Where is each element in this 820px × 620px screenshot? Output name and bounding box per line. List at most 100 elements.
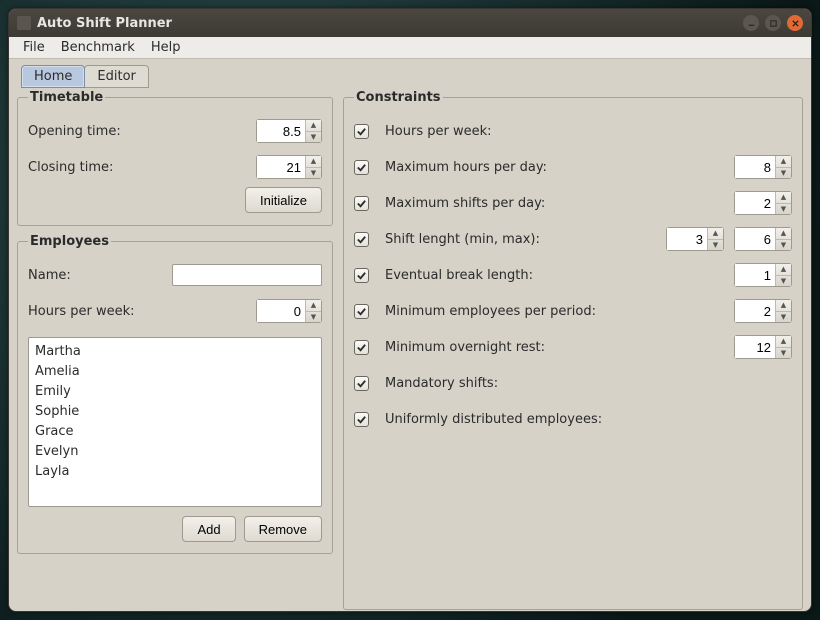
chevron-up-icon[interactable]: ▲: [776, 192, 791, 204]
spinner-buttons[interactable]: ▲▼: [775, 264, 791, 286]
spinner-buttons[interactable]: ▲▼: [775, 192, 791, 214]
maximize-icon[interactable]: [765, 15, 781, 31]
chevron-down-icon[interactable]: ▼: [776, 204, 791, 215]
chevron-up-icon[interactable]: ▲: [708, 228, 723, 240]
menubar: File Benchmark Help: [9, 37, 811, 59]
checkbox-hours-per-week[interactable]: [354, 124, 369, 139]
checkbox-break-length[interactable]: [354, 268, 369, 283]
chevron-down-icon[interactable]: ▼: [776, 240, 791, 251]
chevron-down-icon[interactable]: ▼: [776, 276, 791, 287]
chevron-up-icon[interactable]: ▲: [306, 120, 321, 132]
input-opening-time[interactable]: [257, 120, 305, 142]
menu-file[interactable]: File: [15, 38, 53, 57]
list-item[interactable]: Sophie: [35, 402, 315, 422]
titlebar[interactable]: Auto Shift Planner: [9, 9, 811, 37]
legend-timetable: Timetable: [28, 90, 105, 105]
group-employees: Employees Name: Hours per week: ▲▼: [17, 234, 333, 554]
input-min-emp-period[interactable]: [735, 300, 775, 322]
spinner-buttons[interactable]: ▲▼: [707, 228, 723, 250]
checkbox-max-hours-day[interactable]: [354, 160, 369, 175]
input-break-length[interactable]: [735, 264, 775, 286]
spinner-closing-time[interactable]: ▲▼: [256, 155, 322, 179]
name-input[interactable]: [172, 264, 322, 286]
close-icon[interactable]: [787, 15, 803, 31]
spinner-min-emp-period[interactable]: ▲▼: [734, 299, 792, 323]
chevron-down-icon[interactable]: ▼: [306, 168, 321, 179]
label-constraint-uniform-dist: Uniformly distributed employees:: [385, 412, 792, 427]
chevron-down-icon[interactable]: ▼: [306, 132, 321, 143]
spinner-buttons[interactable]: ▲▼: [305, 120, 321, 142]
spinner-break-length[interactable]: ▲▼: [734, 263, 792, 287]
label-constraint-max-hours-day: Maximum hours per day:: [385, 160, 726, 175]
label-constraint-min-emp-period: Minimum employees per period:: [385, 304, 726, 319]
tabs: Home Editor: [17, 65, 803, 88]
spinner-buttons[interactable]: ▲▼: [775, 336, 791, 358]
spinner-hours-per-week[interactable]: ▲▼: [256, 299, 322, 323]
spinner-opening-time[interactable]: ▲▼: [256, 119, 322, 143]
chevron-up-icon[interactable]: ▲: [776, 300, 791, 312]
spinner-buttons[interactable]: ▲▼: [305, 300, 321, 322]
checkbox-uniform-dist[interactable]: [354, 412, 369, 427]
list-item[interactable]: Martha: [35, 342, 315, 362]
list-item[interactable]: Evelyn: [35, 442, 315, 462]
input-max-hours-day[interactable]: [735, 156, 775, 178]
menu-benchmark[interactable]: Benchmark: [53, 38, 143, 57]
app-window: Auto Shift Planner File Benchmark Help H…: [8, 8, 812, 612]
group-timetable: Timetable Opening time: ▲▼ Closing time:…: [17, 90, 333, 226]
list-item[interactable]: Grace: [35, 422, 315, 442]
chevron-down-icon[interactable]: ▼: [708, 240, 723, 251]
menu-help[interactable]: Help: [143, 38, 189, 57]
label-constraint-hours-per-week: Hours per week:: [385, 124, 792, 139]
legend-employees: Employees: [28, 234, 111, 249]
minimize-icon[interactable]: [743, 15, 759, 31]
spinner-max-shifts-day[interactable]: ▲▼: [734, 191, 792, 215]
label-opening-time: Opening time:: [28, 124, 256, 139]
label-closing-time: Closing time:: [28, 160, 256, 175]
spinner-min-overnight[interactable]: ▲▼: [734, 335, 792, 359]
add-button[interactable]: Add: [182, 516, 235, 542]
tab-editor[interactable]: Editor: [84, 65, 148, 88]
remove-button[interactable]: Remove: [244, 516, 322, 542]
label-name: Name:: [28, 268, 172, 283]
chevron-down-icon[interactable]: ▼: [306, 312, 321, 323]
input-min-overnight[interactable]: [735, 336, 775, 358]
spinner-shift-length-min[interactable]: ▲▼: [666, 227, 724, 251]
input-hours-per-week[interactable]: [257, 300, 305, 322]
chevron-up-icon[interactable]: ▲: [306, 300, 321, 312]
label-constraint-mandatory-shifts: Mandatory shifts:: [385, 376, 792, 391]
spinner-shift-length-max[interactable]: ▲▼: [734, 227, 792, 251]
input-max-shifts-day[interactable]: [735, 192, 775, 214]
chevron-up-icon[interactable]: ▲: [776, 228, 791, 240]
checkbox-shift-length[interactable]: [354, 232, 369, 247]
chevron-up-icon[interactable]: ▲: [776, 156, 791, 168]
chevron-down-icon[interactable]: ▼: [776, 348, 791, 359]
label-constraint-shift-length: Shift lenght (min, max):: [385, 232, 658, 247]
spinner-buttons[interactable]: ▲▼: [775, 228, 791, 250]
list-item[interactable]: Amelia: [35, 362, 315, 382]
label-constraint-max-shifts-day: Maximum shifts per day:: [385, 196, 726, 211]
input-shift-length-min[interactable]: [667, 228, 707, 250]
app-icon: [17, 16, 31, 30]
chevron-up-icon[interactable]: ▲: [776, 336, 791, 348]
spinner-buttons[interactable]: ▲▼: [305, 156, 321, 178]
input-closing-time[interactable]: [257, 156, 305, 178]
initialize-button[interactable]: Initialize: [245, 187, 322, 213]
checkbox-min-emp-period[interactable]: [354, 304, 369, 319]
employee-list[interactable]: Martha Amelia Emily Sophie Grace Evelyn …: [28, 337, 322, 507]
list-item[interactable]: Emily: [35, 382, 315, 402]
input-shift-length-max[interactable]: [735, 228, 775, 250]
chevron-up-icon[interactable]: ▲: [776, 264, 791, 276]
chevron-down-icon[interactable]: ▼: [776, 312, 791, 323]
tab-home[interactable]: Home: [21, 65, 85, 88]
spinner-buttons[interactable]: ▲▼: [775, 300, 791, 322]
checkbox-min-overnight[interactable]: [354, 340, 369, 355]
chevron-down-icon[interactable]: ▼: [776, 168, 791, 179]
checkbox-max-shifts-day[interactable]: [354, 196, 369, 211]
spinner-max-hours-day[interactable]: ▲▼: [734, 155, 792, 179]
label-constraint-break-length: Eventual break length:: [385, 268, 726, 283]
spinner-buttons[interactable]: ▲▼: [775, 156, 791, 178]
chevron-up-icon[interactable]: ▲: [306, 156, 321, 168]
checkbox-mandatory-shifts[interactable]: [354, 376, 369, 391]
label-hours-per-week: Hours per week:: [28, 304, 256, 319]
list-item[interactable]: Layla: [35, 462, 315, 482]
